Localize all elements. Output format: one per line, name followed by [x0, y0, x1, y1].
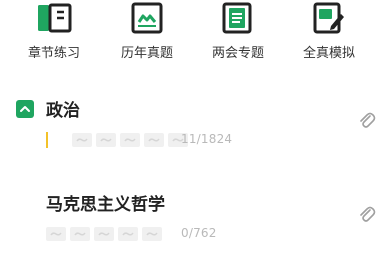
edit-paper-icon [311, 2, 347, 34]
collapse-toggle[interactable] [16, 100, 34, 118]
star-icon [72, 133, 92, 147]
star-icon [94, 227, 114, 241]
star-icon [118, 227, 138, 241]
star-icon [142, 227, 162, 241]
star-icon [120, 133, 140, 147]
progress-count: 11/1824 [181, 132, 233, 146]
book-icon [36, 2, 72, 34]
nav-label: 全真模拟 [302, 46, 355, 61]
paperclip-icon [360, 206, 376, 222]
exam-paper-icon [129, 2, 165, 34]
nav-label: 历年真题 [120, 46, 173, 61]
progress-marker [46, 132, 48, 148]
section-title: 马克思主义哲学 [46, 195, 165, 215]
chevron-up-icon [20, 106, 30, 112]
nav-label: 两会专题 [211, 46, 264, 61]
document-stack-icon [220, 2, 256, 34]
star-icon [70, 227, 90, 241]
paperclip-icon [360, 112, 376, 128]
progress-count: 0/762 [181, 226, 217, 240]
nav-mock-exam[interactable]: 全真模拟 [283, 0, 375, 66]
star-icon [46, 227, 66, 241]
nav-label: 章节练习 [27, 46, 80, 61]
nav-chapter-practice[interactable]: 章节练习 [8, 0, 100, 66]
nav-two-sessions[interactable]: 两会专题 [192, 0, 284, 66]
attach-button[interactable] [358, 112, 376, 132]
star-icon [96, 133, 116, 147]
subject-section[interactable]: 政治 11/1824 [0, 92, 390, 162]
top-navigation: 章节练习 历年真题 两会专题 全真模拟 [0, 0, 390, 70]
section-title: 政治 [46, 101, 80, 121]
star-icon [144, 133, 164, 147]
subject-section[interactable]: 马克思主义哲学 0/762 [0, 186, 390, 256]
attach-button[interactable] [358, 206, 376, 226]
nav-past-exams[interactable]: 历年真题 [101, 0, 193, 66]
